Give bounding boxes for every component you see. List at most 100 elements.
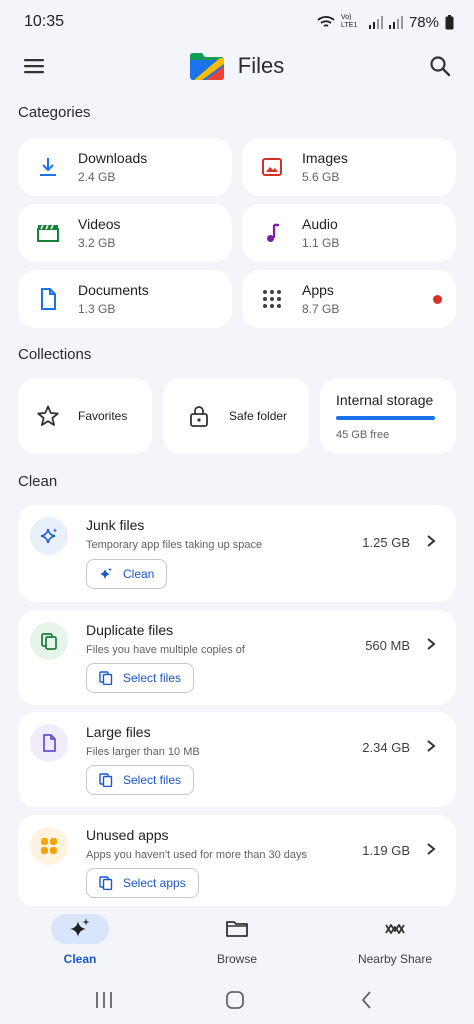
battery-percent: 78% bbox=[408, 13, 439, 31]
signal-strength-2-icon bbox=[388, 15, 403, 29]
nav-label: Nearby Share bbox=[357, 952, 433, 966]
status-time: 10:35 bbox=[24, 13, 65, 30]
chevron-right-icon[interactable] bbox=[424, 534, 438, 548]
junk-files-icon-circle bbox=[30, 517, 68, 555]
category-size: 1.1 GB bbox=[302, 236, 340, 250]
nav-label: Clean bbox=[63, 952, 97, 966]
category-name: Documents bbox=[78, 282, 149, 298]
large-files-icon-circle bbox=[30, 724, 68, 762]
category-downloads[interactable]: Downloads 2.4 GB bbox=[18, 138, 232, 196]
sparkle-icon bbox=[40, 528, 57, 544]
system-navigation-bar bbox=[0, 978, 474, 1024]
unused-apps-card[interactable]: Unused apps Apps you haven't used for mo… bbox=[18, 815, 456, 908]
category-size: 8.7 GB bbox=[302, 302, 340, 316]
music-note-icon bbox=[267, 223, 279, 242]
nav-pill bbox=[366, 914, 424, 944]
select-files-icon bbox=[99, 773, 113, 787]
clean-item-size: 1.25 GB bbox=[362, 535, 410, 550]
select-files-icon bbox=[99, 671, 113, 685]
internal-storage-title: Internal storage bbox=[336, 391, 434, 408]
safe-folder-card[interactable]: Safe folder bbox=[163, 378, 309, 454]
search-icon[interactable] bbox=[428, 54, 452, 78]
category-name: Videos bbox=[78, 216, 121, 232]
category-audio[interactable]: Audio 1.1 GB bbox=[242, 204, 456, 262]
clean-item-title: Duplicate files bbox=[86, 622, 174, 638]
category-videos[interactable]: Videos 3.2 GB bbox=[18, 204, 232, 262]
sparkle-nav-icon bbox=[70, 918, 90, 937]
category-apps[interactable]: Apps 8.7 GB bbox=[242, 270, 456, 328]
large-files-card[interactable]: Large files Files larger than 10 MB 2.34… bbox=[18, 712, 456, 807]
category-name: Audio bbox=[302, 216, 338, 232]
video-icon bbox=[37, 224, 59, 242]
app-logo-title: Files bbox=[189, 52, 285, 80]
nav-active-pill bbox=[51, 914, 109, 944]
apps-grid-icon bbox=[263, 290, 281, 308]
clean-heading: Clean bbox=[18, 473, 58, 490]
nav-label: Browse bbox=[216, 952, 257, 966]
select-files-button[interactable]: Select files bbox=[86, 663, 195, 693]
hamburger-menu-icon[interactable] bbox=[22, 54, 46, 78]
back-icon[interactable] bbox=[355, 988, 379, 1012]
clean-item-title: Large files bbox=[86, 724, 151, 740]
junk-files-card[interactable]: Junk files Temporary app files taking up… bbox=[18, 505, 456, 602]
category-images[interactable]: Images 5.6 GB bbox=[242, 138, 456, 196]
categories-heading: Categories bbox=[18, 104, 91, 121]
network-label: Vo) LTE1 bbox=[340, 14, 358, 29]
document-icon bbox=[41, 288, 56, 310]
signal-strength-icon bbox=[368, 15, 383, 29]
nav-browse-tab[interactable]: Browse bbox=[177, 914, 297, 974]
category-name: Images bbox=[302, 150, 348, 166]
favorites-card[interactable]: Favorites bbox=[18, 378, 152, 454]
safe-folder-label: Safe folder bbox=[229, 409, 288, 423]
chevron-right-icon[interactable] bbox=[424, 637, 438, 651]
image-icon bbox=[262, 158, 282, 176]
duplicate-files-icon-circle bbox=[30, 622, 68, 660]
home-icon[interactable] bbox=[223, 988, 247, 1012]
folder-icon bbox=[226, 921, 248, 937]
status-icons: Vo) LTE1 78% bbox=[317, 14, 454, 31]
select-apps-icon bbox=[99, 876, 113, 890]
clean-item-size: 1.19 GB bbox=[362, 843, 410, 858]
storage-usage-bar bbox=[336, 415, 435, 420]
clean-item-desc: Files you have multiple copies of bbox=[86, 644, 245, 656]
star-icon bbox=[37, 405, 59, 426]
chevron-right-icon[interactable] bbox=[424, 842, 438, 856]
lock-icon bbox=[190, 406, 208, 427]
category-size: 1.3 GB bbox=[78, 302, 116, 316]
clean-item-title: Unused apps bbox=[86, 827, 169, 843]
battery-icon bbox=[445, 14, 454, 29]
nav-clean-tab[interactable]: Clean bbox=[20, 914, 140, 974]
category-size: 3.2 GB bbox=[78, 236, 116, 250]
nav-pill bbox=[208, 914, 266, 944]
duplicate-files-icon bbox=[41, 633, 57, 650]
category-documents[interactable]: Documents 1.3 GB bbox=[18, 270, 232, 328]
select-files-button[interactable]: Select files bbox=[86, 765, 195, 795]
select-apps-button[interactable]: Select apps bbox=[86, 868, 199, 898]
storage-free-label: 45 GB free bbox=[336, 428, 390, 441]
unused-apps-icon-circle bbox=[30, 827, 68, 865]
clean-button-label: Clean bbox=[123, 567, 155, 581]
large-file-icon bbox=[43, 734, 56, 752]
clean-button[interactable]: Clean bbox=[86, 559, 168, 589]
clean-item-desc: Files larger than 10 MB bbox=[86, 746, 200, 758]
category-name: Downloads bbox=[78, 150, 148, 166]
wifi-icon bbox=[317, 16, 335, 27]
select-files-label: Select files bbox=[123, 773, 182, 787]
internal-storage-card[interactable]: Internal storage 45 GB free bbox=[320, 378, 456, 454]
unused-apps-icon bbox=[41, 838, 57, 854]
recent-apps-icon[interactable] bbox=[92, 988, 116, 1012]
nav-nearby-share-tab[interactable]: Nearby Share bbox=[335, 914, 455, 974]
collections-heading: Collections bbox=[18, 346, 92, 363]
duplicate-files-card[interactable]: Duplicate files Files you have multiple … bbox=[18, 610, 456, 705]
clean-item-size: 560 MB bbox=[365, 638, 410, 653]
download-icon bbox=[40, 158, 56, 176]
clean-item-title: Junk files bbox=[86, 517, 145, 533]
chevron-right-icon[interactable] bbox=[424, 739, 438, 753]
app-title: Files bbox=[237, 53, 285, 78]
select-files-label: Select files bbox=[123, 671, 182, 685]
sparkle-small-icon bbox=[100, 567, 112, 579]
clean-item-desc: Apps you haven't used for more than 30 d… bbox=[86, 849, 308, 861]
select-apps-label: Select apps bbox=[123, 876, 186, 890]
status-bar: 10:35 Vo) LTE1 78% bbox=[0, 0, 474, 44]
clean-item-desc: Temporary app files taking up space bbox=[86, 539, 263, 551]
